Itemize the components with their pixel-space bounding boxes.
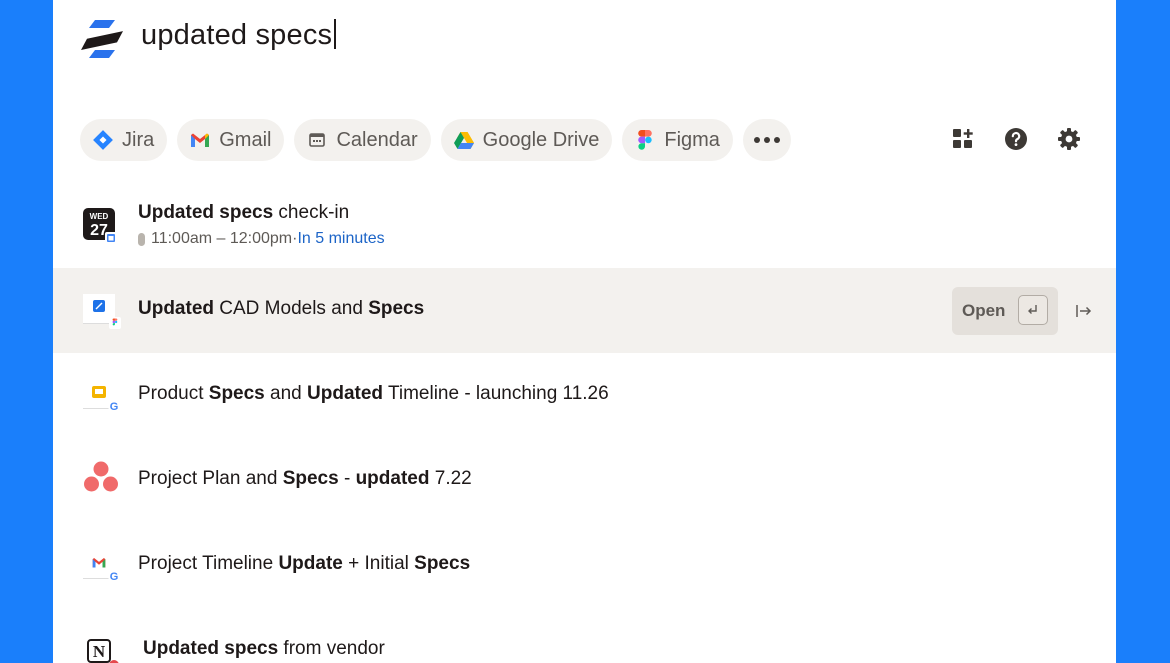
search-input[interactable]: updated specs <box>141 19 337 52</box>
result-title-text: + Initial <box>342 553 415 574</box>
result-title-text: from vendor <box>278 638 385 659</box>
results-list: WED 27 Updated specs check-in 11:00am – … <box>53 172 1116 663</box>
result-title: Updated specs from vendor <box>143 638 385 660</box>
svg-text:G: G <box>110 401 119 413</box>
result-title-bold: Updated specs <box>143 638 279 659</box>
figma-file-icon <box>83 290 121 329</box>
result-item[interactable]: G Project Timeline Update + Initial Spec… <box>53 523 1116 608</box>
help-button[interactable] <box>1002 127 1030 155</box>
result-title: Product Specs and Updated Timeline - lau… <box>138 383 609 405</box>
search-bar: updated specs <box>53 0 1116 80</box>
more-filters-button[interactable] <box>742 119 791 161</box>
result-title: Project Plan and Specs - updated 7.22 <box>138 468 472 490</box>
filter-chip-label: Gmail <box>219 128 272 151</box>
open-button[interactable]: Open <box>952 287 1058 335</box>
svg-text:N: N <box>93 642 106 661</box>
asana-icon <box>83 460 119 496</box>
result-title-bold: Specs <box>208 383 265 404</box>
google-slides-icon: G <box>83 375 120 413</box>
result-item[interactable]: N Updated specs from vendor <box>53 608 1116 663</box>
gear-icon <box>1057 127 1081 156</box>
enter-key-icon <box>1018 295 1048 325</box>
filter-chip-label: Figma <box>664 128 720 151</box>
event-starts-in: In 5 minutes <box>297 230 385 247</box>
help-icon <box>1004 127 1028 156</box>
event-subtitle: 11:00am – 12:00pm · In 5 minutes <box>138 230 385 248</box>
more-icon <box>753 137 780 143</box>
event-title: Updated specs check-in <box>138 202 349 224</box>
pin-to-side-icon[interactable] <box>1075 302 1093 320</box>
gmail-icon <box>189 129 211 151</box>
result-title-text: Project Timeline <box>138 553 279 574</box>
result-item[interactable]: Project Plan and Specs - updated 7.22 <box>53 438 1116 523</box>
result-title-bold: Specs <box>414 553 471 574</box>
svg-text:G: G <box>110 571 119 583</box>
notion-icon: N <box>83 630 119 663</box>
text-caret <box>334 19 337 49</box>
result-title-bold: updated <box>355 468 430 489</box>
result-title-text: 7.22 <box>429 468 472 489</box>
apps-icon <box>952 128 974 155</box>
google-drive-icon <box>453 129 475 151</box>
result-title-text: Product <box>138 383 209 404</box>
calendar-day-text: WED <box>90 212 109 221</box>
gmail-file-icon: G <box>83 545 120 583</box>
filter-chip-gmail[interactable]: Gmail <box>177 119 285 161</box>
result-title-bold: Update <box>278 553 343 574</box>
result-item[interactable]: G Product Specs and Updated Timeline - l… <box>53 353 1116 438</box>
open-button-label: Open <box>962 301 1006 320</box>
result-title: Updated CAD Models and Specs <box>138 298 424 320</box>
result-title-text: CAD Models and <box>214 298 369 319</box>
result-title-text: and <box>264 383 308 404</box>
dropbox-dash-logo-icon <box>81 18 127 60</box>
apps-button[interactable] <box>949 127 977 155</box>
result-calendar-event[interactable]: WED 27 Updated specs check-in 11:00am – … <box>53 172 1116 268</box>
result-title-bold: Specs <box>368 298 425 319</box>
result-item[interactable]: Updated CAD Models and Specs Open <box>53 268 1116 353</box>
filter-chip-calendar[interactable]: Calendar <box>294 119 431 161</box>
filter-chip-jira[interactable]: Jira <box>80 119 168 161</box>
filter-chip-google-drive[interactable]: Google Drive <box>440 119 613 161</box>
result-title-bold: Specs <box>282 468 339 489</box>
calendar-icon <box>306 129 328 151</box>
filter-chip-label: Calendar <box>336 128 418 151</box>
jira-icon <box>92 129 114 151</box>
filter-chip-label: Google Drive <box>482 128 600 151</box>
search-query-text: updated specs <box>141 19 333 51</box>
result-title-text: Timeline - launching 11.26 <box>383 383 609 404</box>
result-title: Project Timeline Update + Initial Specs <box>138 553 470 575</box>
calendar-date-icon: WED 27 <box>83 208 119 244</box>
result-title-bold: Updated <box>138 298 214 319</box>
calendar-color-pill <box>138 232 145 246</box>
figma-icon <box>634 129 656 151</box>
event-title-rest: check-in <box>273 202 350 223</box>
search-panel: updated specs Jira Gmail Calendar Google… <box>53 0 1116 663</box>
result-title-text: - <box>338 468 356 489</box>
settings-button[interactable] <box>1055 127 1083 155</box>
filter-chip-figma[interactable]: Figma <box>622 119 733 161</box>
event-title-bold: Updated specs <box>138 202 274 223</box>
result-title-text: Project Plan and <box>138 468 283 489</box>
filter-chip-label: Jira <box>122 128 155 151</box>
result-title-bold: Updated <box>307 383 384 404</box>
event-time: 11:00am – 12:00pm <box>151 230 293 247</box>
filter-chips: Jira Gmail Calendar Google Drive Figma <box>80 119 791 161</box>
